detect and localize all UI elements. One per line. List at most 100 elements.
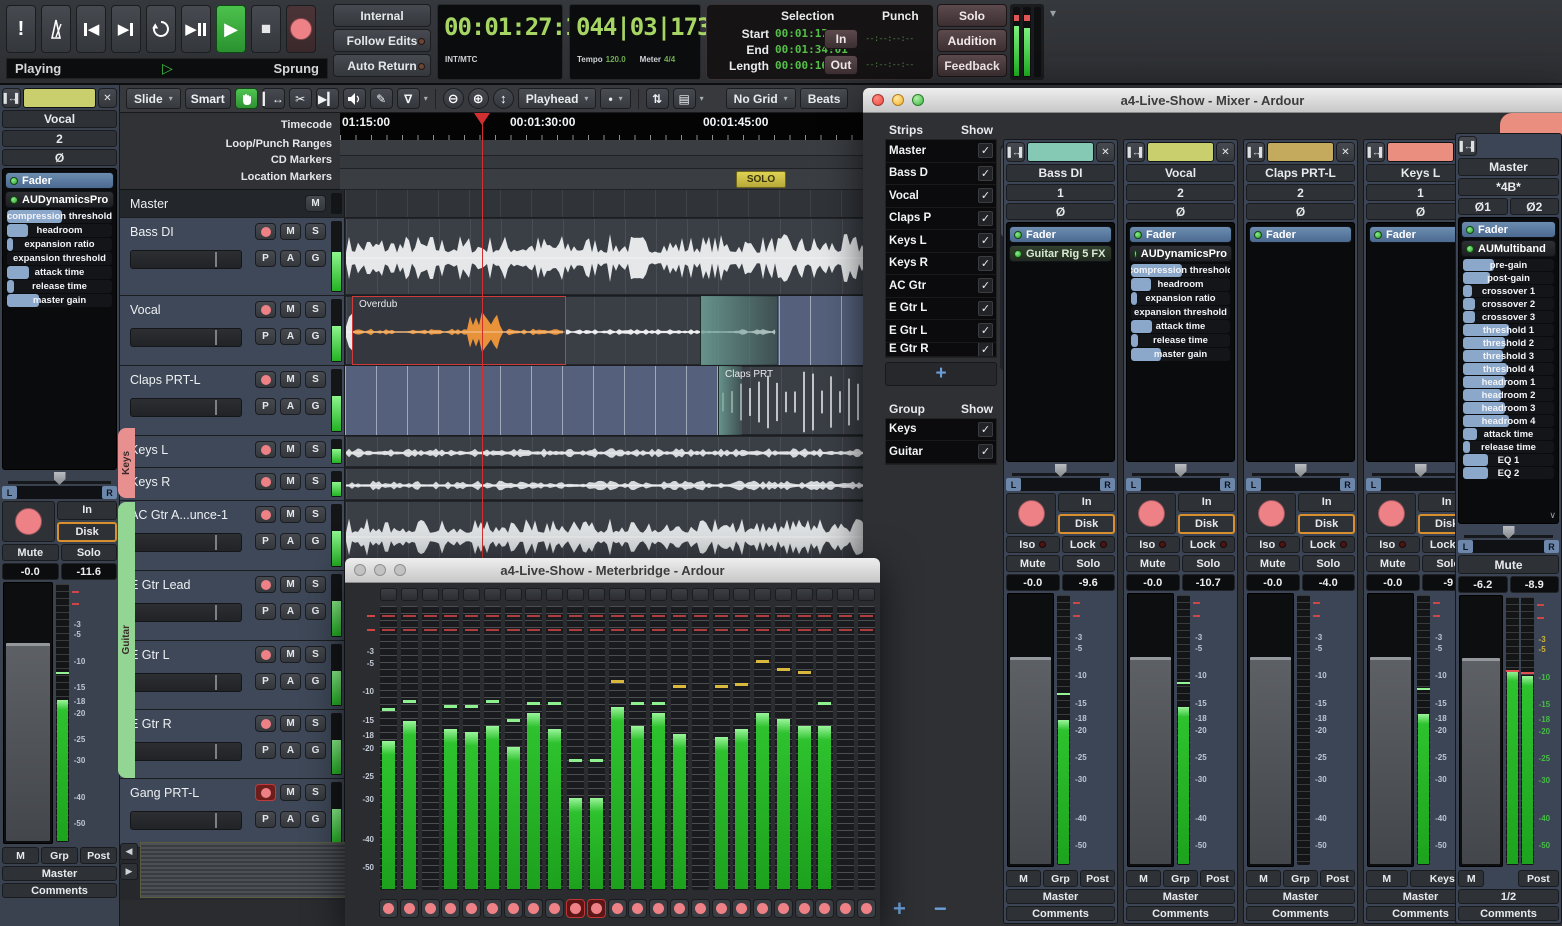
channel-record-button[interactable] xyxy=(690,899,710,918)
track-mute-button[interactable]: M xyxy=(280,301,301,318)
track-playlist-button[interactable]: P xyxy=(255,328,276,345)
secondary-clock[interactable]: 044|03|1732 Tempo 120.0 Meter 4/4 xyxy=(569,4,725,80)
track-playlist-button[interactable]: P xyxy=(255,742,276,759)
track-record-button[interactable] xyxy=(255,371,276,388)
track-name[interactable]: AC Gtr A...unce-1 xyxy=(130,508,228,522)
track-solo-button[interactable]: S xyxy=(305,784,326,801)
plugin-control[interactable]: attack time xyxy=(7,266,112,279)
pin-icon[interactable]: ▌↔▌ xyxy=(1126,142,1145,162)
track-solo-button[interactable]: S xyxy=(305,301,326,318)
processor-fader[interactable]: Fader xyxy=(1009,226,1112,243)
strip-show-checkbox[interactable]: ✓ xyxy=(978,255,993,271)
route-grp-button[interactable]: Grp xyxy=(41,847,78,864)
plugin-control[interactable]: crossover 2 xyxy=(1463,298,1554,310)
channel-top-button[interactable] xyxy=(837,588,855,601)
channel-record-button[interactable] xyxy=(399,899,419,918)
sync-source-button[interactable]: Internal xyxy=(333,4,431,27)
plugin-control[interactable]: headroom xyxy=(1131,278,1230,291)
processor-active-led[interactable] xyxy=(1134,230,1142,239)
processor-aumultiband[interactable]: AUMultiband xyxy=(1461,240,1556,257)
pan-control[interactable] xyxy=(1458,526,1559,539)
monitor-input-button[interactable]: In xyxy=(57,501,117,520)
plugin-control[interactable]: crossover 3 xyxy=(1463,311,1554,323)
gain-fader[interactable] xyxy=(1247,593,1295,867)
processor-box[interactable]: Fader xyxy=(1246,222,1355,462)
gain-value[interactable]: -0.0 xyxy=(1126,574,1180,591)
channel-top-button[interactable] xyxy=(504,588,522,601)
solo-button[interactable]: Solo xyxy=(1181,555,1235,572)
monitor-disk-button[interactable]: Disk xyxy=(57,521,117,542)
ruler-label-cd-markers[interactable]: CD Markers xyxy=(271,154,332,166)
solo-iso-button[interactable]: Iso xyxy=(1366,536,1420,553)
plugin-control[interactable]: headroom 3 xyxy=(1463,402,1554,414)
channel-top-button[interactable] xyxy=(754,588,772,601)
channel-top-button[interactable] xyxy=(774,588,792,601)
group-list-item[interactable]: Guitar ✓ xyxy=(886,441,996,464)
track-header-e-gtr-l[interactable]: E Gtr L MS PAG xyxy=(120,641,345,709)
add-strip-button[interactable]: + xyxy=(893,896,906,922)
track-playlist-button[interactable]: P xyxy=(255,533,276,550)
group-show-checkbox[interactable]: ✓ xyxy=(978,444,993,460)
solo-iso-button[interactable]: Iso xyxy=(1006,536,1060,553)
group-tab-guitar[interactable]: Guitar xyxy=(118,502,135,778)
pan-control[interactable] xyxy=(2,472,117,485)
mixer-titlebar[interactable]: a4-Live-Show - Mixer - Ardour xyxy=(863,88,1562,113)
output-button[interactable]: Master xyxy=(1246,889,1355,904)
comments-button[interactable]: Comments xyxy=(1458,906,1559,921)
pan-left-label[interactable]: L xyxy=(1366,478,1381,491)
chevron-right-icon[interactable]: ▶ xyxy=(120,863,138,880)
channel-top-button[interactable] xyxy=(380,588,397,601)
pin-icon[interactable]: ▌↔▌ xyxy=(1458,136,1477,156)
track-solo-button[interactable]: S xyxy=(305,371,326,388)
fader-handle[interactable] xyxy=(1130,656,1172,864)
gain-value[interactable]: -0.0 xyxy=(1246,574,1300,591)
channel-top-button[interactable] xyxy=(442,588,460,601)
route-post-button[interactable]: Post xyxy=(80,847,117,864)
channel-record-button[interactable] xyxy=(420,899,440,918)
cut-tool[interactable]: ✂ xyxy=(288,88,312,109)
strip-name-button[interactable]: Vocal xyxy=(2,110,117,128)
route-m-button[interactable]: M xyxy=(1006,870,1041,887)
plugin-control[interactable]: expansion ratio xyxy=(1131,292,1230,305)
add-strip-button[interactable]: + xyxy=(885,361,997,386)
processor-box[interactable]: Fader AUDynamicsPro compression threshold h… xyxy=(2,168,117,470)
ruler-label-loop-punch[interactable]: Loop/Punch Ranges xyxy=(226,138,332,150)
strip-show-checkbox[interactable]: ✓ xyxy=(978,342,993,356)
track-header-gang-prt-l[interactable]: Gang PRT-L M S P A G xyxy=(120,779,345,847)
comments-button[interactable]: Comments xyxy=(1246,906,1355,921)
plugin-control[interactable]: headroom xyxy=(7,224,112,237)
strip-show-checkbox[interactable]: ✓ xyxy=(978,210,993,226)
plugin-control[interactable]: compression threshold xyxy=(1131,264,1230,277)
comments-button[interactable]: Comments xyxy=(1006,906,1115,921)
fader-lock-button[interactable]: Lock xyxy=(1181,536,1235,553)
plugin-control[interactable]: master gain xyxy=(1131,348,1230,361)
pin-icon[interactable]: ▌↔▌ xyxy=(1246,142,1265,162)
track-playlist-button[interactable]: P xyxy=(255,250,276,267)
playhead-marker[interactable] xyxy=(474,113,490,125)
processor-active-led[interactable] xyxy=(1374,230,1382,239)
punch-in-button[interactable]: In xyxy=(824,29,858,49)
plugin-control[interactable]: EQ 2 xyxy=(1463,467,1554,479)
peak-value[interactable]: -8.9 xyxy=(1509,576,1559,593)
route-m-button[interactable]: M xyxy=(1366,870,1408,887)
edit-point-tool[interactable]: ∇ xyxy=(396,88,420,109)
track-record-button[interactable] xyxy=(255,784,276,801)
plugin-control[interactable]: master gain xyxy=(7,294,112,307)
track-name[interactable]: Claps PRT-L xyxy=(130,373,201,387)
strip-show-checkbox[interactable]: ✓ xyxy=(978,143,993,159)
track-automation-button[interactable]: A xyxy=(280,603,301,620)
phase-right-button[interactable]: Ø2 xyxy=(1509,198,1559,215)
processor-fader[interactable]: Fader xyxy=(1461,221,1556,238)
channel-top-button[interactable] xyxy=(608,588,626,601)
route-grp-button[interactable]: Grp xyxy=(1163,870,1198,887)
track-group-button[interactable]: G xyxy=(305,811,326,828)
gain-value[interactable]: -0.0 xyxy=(2,563,59,580)
snap-mode-dropdown[interactable]: No Grid ▾ xyxy=(725,88,796,109)
track-playlist-button[interactable]: P xyxy=(255,398,276,415)
record-arm-button[interactable] xyxy=(1366,493,1417,534)
channel-record-button[interactable] xyxy=(773,899,793,918)
record-arm-button[interactable] xyxy=(1126,493,1177,534)
gain-fader[interactable] xyxy=(1367,593,1415,867)
strip-list-item[interactable]: Claps P ✓ xyxy=(886,208,996,230)
channel-top-button[interactable] xyxy=(421,588,439,601)
